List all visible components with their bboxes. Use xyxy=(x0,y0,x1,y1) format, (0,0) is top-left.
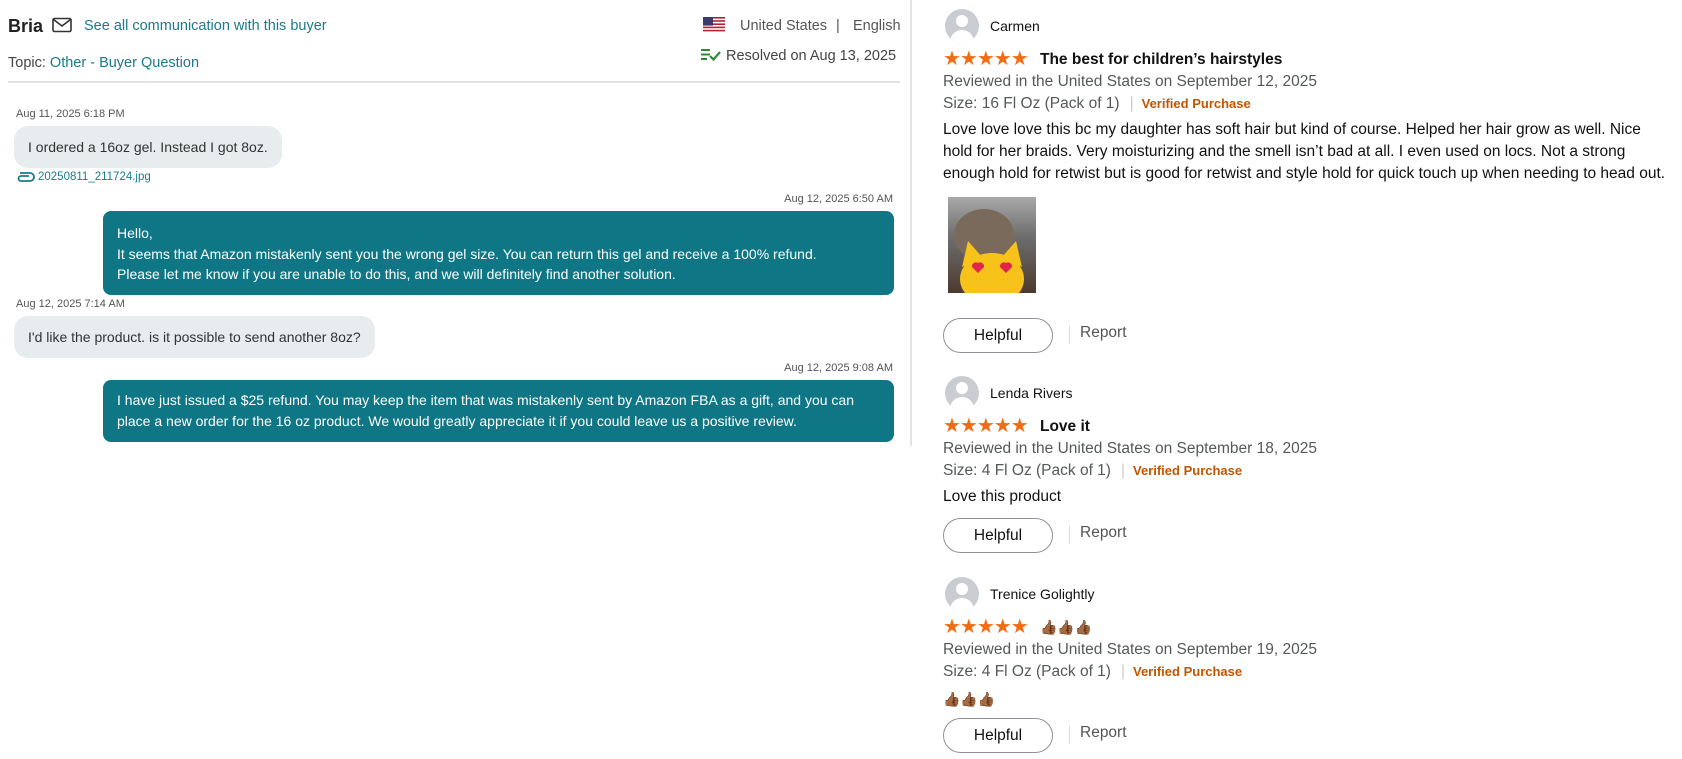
message-line: Hello, xyxy=(117,225,153,241)
review-date: Reviewed in the United States on Septemb… xyxy=(943,641,1317,658)
report-link[interactable]: Report xyxy=(1080,524,1127,542)
review-title[interactable]: 👍🏾👍🏾👍🏾 xyxy=(1040,619,1092,636)
message-text: I ordered a 16oz gel. Instead I got 8oz. xyxy=(28,139,268,155)
message-line: place a new order for the 16 oz product.… xyxy=(117,412,797,429)
review-image[interactable] xyxy=(948,197,1036,293)
message-line: Please let me know if you are unable to … xyxy=(117,266,676,282)
review-size: Size: 16 Fl Oz (Pack of 1) | Verified Purc… xyxy=(943,95,1251,112)
header-divider xyxy=(8,81,900,83)
mail-icon[interactable] xyxy=(52,17,72,33)
panel-divider xyxy=(910,0,912,446)
buyer-language: English xyxy=(853,18,901,34)
verified-purchase-badge: Verified Purchase xyxy=(1133,463,1243,478)
attachment-link[interactable]: 20250811_211724.jpg xyxy=(38,171,151,183)
review-body: Love this product xyxy=(943,488,1062,505)
size-label: Size: 4 Fl Oz (Pack of 1) xyxy=(943,462,1111,479)
paperclip-icon xyxy=(17,172,35,182)
reviewer-name: Carmen xyxy=(990,18,1040,34)
cat-face-emoji-icon xyxy=(954,209,1024,293)
message-line: I have just issued a $25 refund. You may… xyxy=(117,392,854,408)
reviewer-name: Trenice Golightly xyxy=(990,586,1095,602)
avatar xyxy=(945,376,979,410)
message-timestamp: Aug 12, 2025 7:14 AM xyxy=(16,298,125,310)
message-timestamp: Aug 12, 2025 6:50 AM xyxy=(784,193,893,205)
review-size: Size: 4 Fl Oz (Pack of 1) | Verified Purch… xyxy=(943,462,1243,479)
message-thread-panel: Bria See all communication with this buy… xyxy=(0,0,910,759)
helpful-button[interactable]: Helpful xyxy=(943,318,1053,353)
avatar xyxy=(945,9,979,43)
review-body: 👍🏾👍🏾👍🏾 xyxy=(943,691,996,707)
buyer-message: I ordered a 16oz gel. Instead I got 8oz. xyxy=(14,126,282,168)
button-separator xyxy=(1069,326,1070,344)
message-timestamp: Aug 12, 2025 9:08 AM xyxy=(784,362,893,374)
topic-value[interactable]: Other - Buyer Question xyxy=(50,55,199,71)
review-body: Love love love this bc my daughter has s… xyxy=(943,121,1666,182)
us-flag-icon xyxy=(703,17,725,33)
topic-label: Topic: xyxy=(8,55,46,71)
seller-message: I have just issued a $25 refund. You may… xyxy=(103,380,894,442)
buyer-country: United States xyxy=(740,18,828,34)
button-separator xyxy=(1069,526,1070,544)
see-all-communication-link[interactable]: See all communication with this buyer xyxy=(84,18,327,34)
avatar xyxy=(945,577,979,611)
message-text: I'd like the product. is it possible to … xyxy=(28,329,361,345)
reviewer-name: Lenda Rivers xyxy=(990,385,1073,401)
verified-purchase-badge: Verified Purchase xyxy=(1133,664,1243,679)
buyer-message: I'd like the product. is it possible to … xyxy=(14,316,375,358)
star-rating[interactable]: ★★★★★ xyxy=(943,617,1029,637)
review-date: Reviewed in the United States on Septemb… xyxy=(943,440,1317,457)
helpful-button[interactable]: Helpful xyxy=(943,718,1053,753)
helpful-button[interactable]: Helpful xyxy=(943,518,1053,553)
header-separator: | xyxy=(836,18,840,34)
resolved-status: Resolved on Aug 13, 2025 xyxy=(726,48,897,64)
review-size: Size: 4 Fl Oz (Pack of 1) | Verified Purch… xyxy=(943,663,1243,680)
resolved-check-icon xyxy=(701,49,721,62)
buyer-name: Bria xyxy=(8,16,44,36)
message-timestamp: Aug 11, 2025 6:18 PM xyxy=(16,108,125,120)
size-label: Size: 4 Fl Oz (Pack of 1) xyxy=(943,663,1111,680)
seller-message: Hello, It seems that Amazon mistakenly s… xyxy=(103,211,894,295)
reviews-panel: Carmen ★★★★★ The best for children’s hai… xyxy=(943,0,1682,759)
topic: Topic: Other - Buyer Question xyxy=(8,55,199,71)
review-date: Reviewed in the United States on Septemb… xyxy=(943,73,1317,90)
review-title[interactable]: Love it xyxy=(1040,418,1090,436)
report-link[interactable]: Report xyxy=(1080,324,1127,342)
star-rating[interactable]: ★★★★★ xyxy=(943,49,1029,69)
verified-purchase-badge: Verified Purchase xyxy=(1141,96,1251,111)
review-title[interactable]: The best for children’s hairstyles xyxy=(1040,51,1282,69)
report-link[interactable]: Report xyxy=(1080,724,1127,742)
message-line: It seems that Amazon mistakenly sent you… xyxy=(117,245,817,262)
star-rating[interactable]: ★★★★★ xyxy=(943,416,1029,436)
button-separator xyxy=(1069,726,1070,744)
size-label: Size: 16 Fl Oz (Pack of 1) xyxy=(943,95,1120,112)
